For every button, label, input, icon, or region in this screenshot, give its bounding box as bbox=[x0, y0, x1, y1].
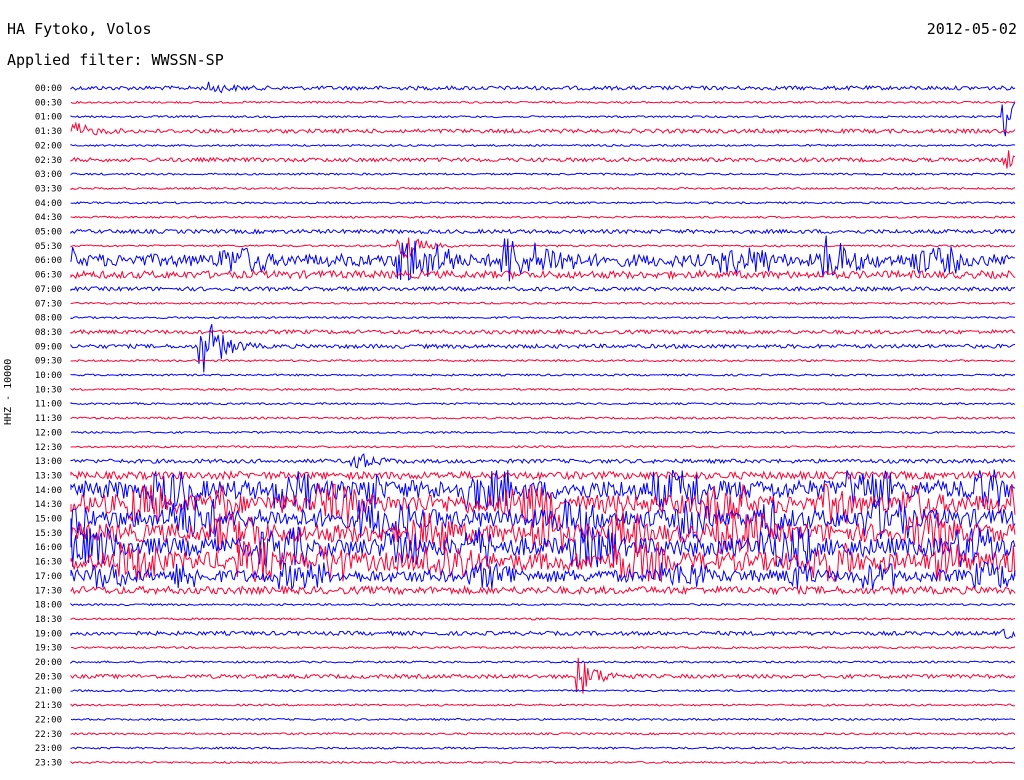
row-time-label: 17:30 bbox=[35, 586, 62, 596]
row-time-label: 14:30 bbox=[35, 500, 62, 510]
trace-line bbox=[70, 150, 1016, 169]
row-time-label: 11:00 bbox=[35, 400, 62, 410]
row-time-label: 03:00 bbox=[35, 170, 62, 180]
row-time-label: 06:30 bbox=[35, 271, 62, 281]
row-time-label: 23:30 bbox=[35, 758, 62, 768]
row-time-label: 16:30 bbox=[35, 558, 62, 568]
trace-line bbox=[70, 315, 1016, 320]
row-time-label: 05:00 bbox=[35, 228, 62, 238]
row-time-label: 04:30 bbox=[35, 213, 62, 223]
row-time-label: 01:00 bbox=[35, 113, 62, 123]
helicorder-plot: 00:00 00:30 01:00 01:30 02:00 02:30 03:00 03:30… bbox=[35, 81, 1016, 768]
row-time-label: 22:30 bbox=[35, 730, 62, 740]
row-time-label: 07:00 bbox=[35, 285, 62, 295]
row-time-label: 10:00 bbox=[35, 371, 62, 381]
trace-line bbox=[70, 215, 1016, 219]
row-time-label: 02:00 bbox=[35, 141, 62, 151]
row-time-label: 18:00 bbox=[35, 601, 62, 611]
row-time-label: 08:30 bbox=[35, 328, 62, 338]
row-time-label: 20:30 bbox=[35, 672, 62, 682]
trace-line bbox=[70, 81, 1016, 94]
trace-line bbox=[70, 561, 1016, 592]
trace-line bbox=[70, 430, 1016, 435]
row-time-label: 07:30 bbox=[35, 299, 62, 309]
row-time-label: 05:30 bbox=[35, 242, 62, 252]
trace-line bbox=[70, 469, 1016, 481]
row-time-label: 12:00 bbox=[35, 428, 62, 438]
trace-line bbox=[70, 717, 1016, 722]
trace-line bbox=[70, 657, 1016, 694]
row-time-label: 06:00 bbox=[35, 256, 62, 266]
trace-line bbox=[70, 201, 1016, 205]
trace-line bbox=[70, 100, 1016, 104]
row-time-label: 09:00 bbox=[35, 342, 62, 352]
row-time-label: 03:30 bbox=[35, 184, 62, 194]
trace-line bbox=[70, 703, 1016, 707]
row-time-label: 14:00 bbox=[35, 486, 62, 496]
row-time-label: 15:00 bbox=[35, 515, 62, 525]
trace-line bbox=[70, 416, 1016, 420]
trace-line bbox=[70, 453, 1016, 469]
row-time-label: 23:00 bbox=[35, 744, 62, 754]
trace-line bbox=[70, 269, 1016, 281]
trace-line bbox=[70, 732, 1016, 736]
row-time-label: 20:00 bbox=[35, 658, 62, 668]
row-time-label: 00:00 bbox=[35, 84, 62, 94]
row-time-label: 08:00 bbox=[35, 314, 62, 324]
row-time-label: 00:30 bbox=[35, 98, 62, 108]
row-time-label: 21:30 bbox=[35, 701, 62, 711]
row-time-label: 17:00 bbox=[35, 572, 62, 582]
trace-line bbox=[70, 689, 1016, 693]
trace-line bbox=[70, 402, 1016, 406]
trace-line bbox=[70, 373, 1016, 377]
trace-line bbox=[70, 359, 1016, 363]
trace-line bbox=[70, 121, 1016, 136]
row-time-label: 21:00 bbox=[35, 687, 62, 697]
row-time-label: 19:00 bbox=[35, 629, 62, 639]
trace-line bbox=[70, 237, 1016, 259]
trace-line bbox=[70, 186, 1016, 191]
trace-line bbox=[70, 143, 1016, 148]
trace-line bbox=[70, 602, 1016, 607]
trace-line bbox=[70, 285, 1016, 292]
row-time-label: 01:30 bbox=[35, 127, 62, 137]
trace-line bbox=[70, 301, 1016, 305]
row-time-label: 09:30 bbox=[35, 357, 62, 367]
row-time-label: 16:00 bbox=[35, 543, 62, 553]
row-time-label: 12:30 bbox=[35, 443, 62, 453]
trace-line bbox=[70, 617, 1016, 621]
row-time-label: 13:00 bbox=[35, 457, 62, 467]
row-time-label: 15:30 bbox=[35, 529, 62, 539]
trace-line bbox=[70, 660, 1016, 665]
row-time-label: 02:30 bbox=[35, 156, 62, 166]
trace-line bbox=[70, 228, 1016, 235]
trace-line bbox=[70, 387, 1016, 392]
trace-line bbox=[70, 746, 1016, 750]
trace-line bbox=[70, 323, 1016, 373]
row-time-label: 19:30 bbox=[35, 644, 62, 654]
trace-line bbox=[70, 172, 1015, 176]
row-time-label: 04:00 bbox=[35, 199, 62, 209]
row-time-label: 18:30 bbox=[35, 615, 62, 625]
row-time-label: 10:30 bbox=[35, 385, 62, 395]
trace-line bbox=[70, 628, 1016, 639]
row-time-label: 22:00 bbox=[35, 715, 62, 725]
row-time-label: 13:30 bbox=[35, 471, 62, 481]
trace-line bbox=[70, 645, 1016, 650]
trace-line bbox=[70, 445, 1016, 449]
row-time-label: 11:30 bbox=[35, 414, 62, 424]
trace-line bbox=[70, 760, 1016, 765]
